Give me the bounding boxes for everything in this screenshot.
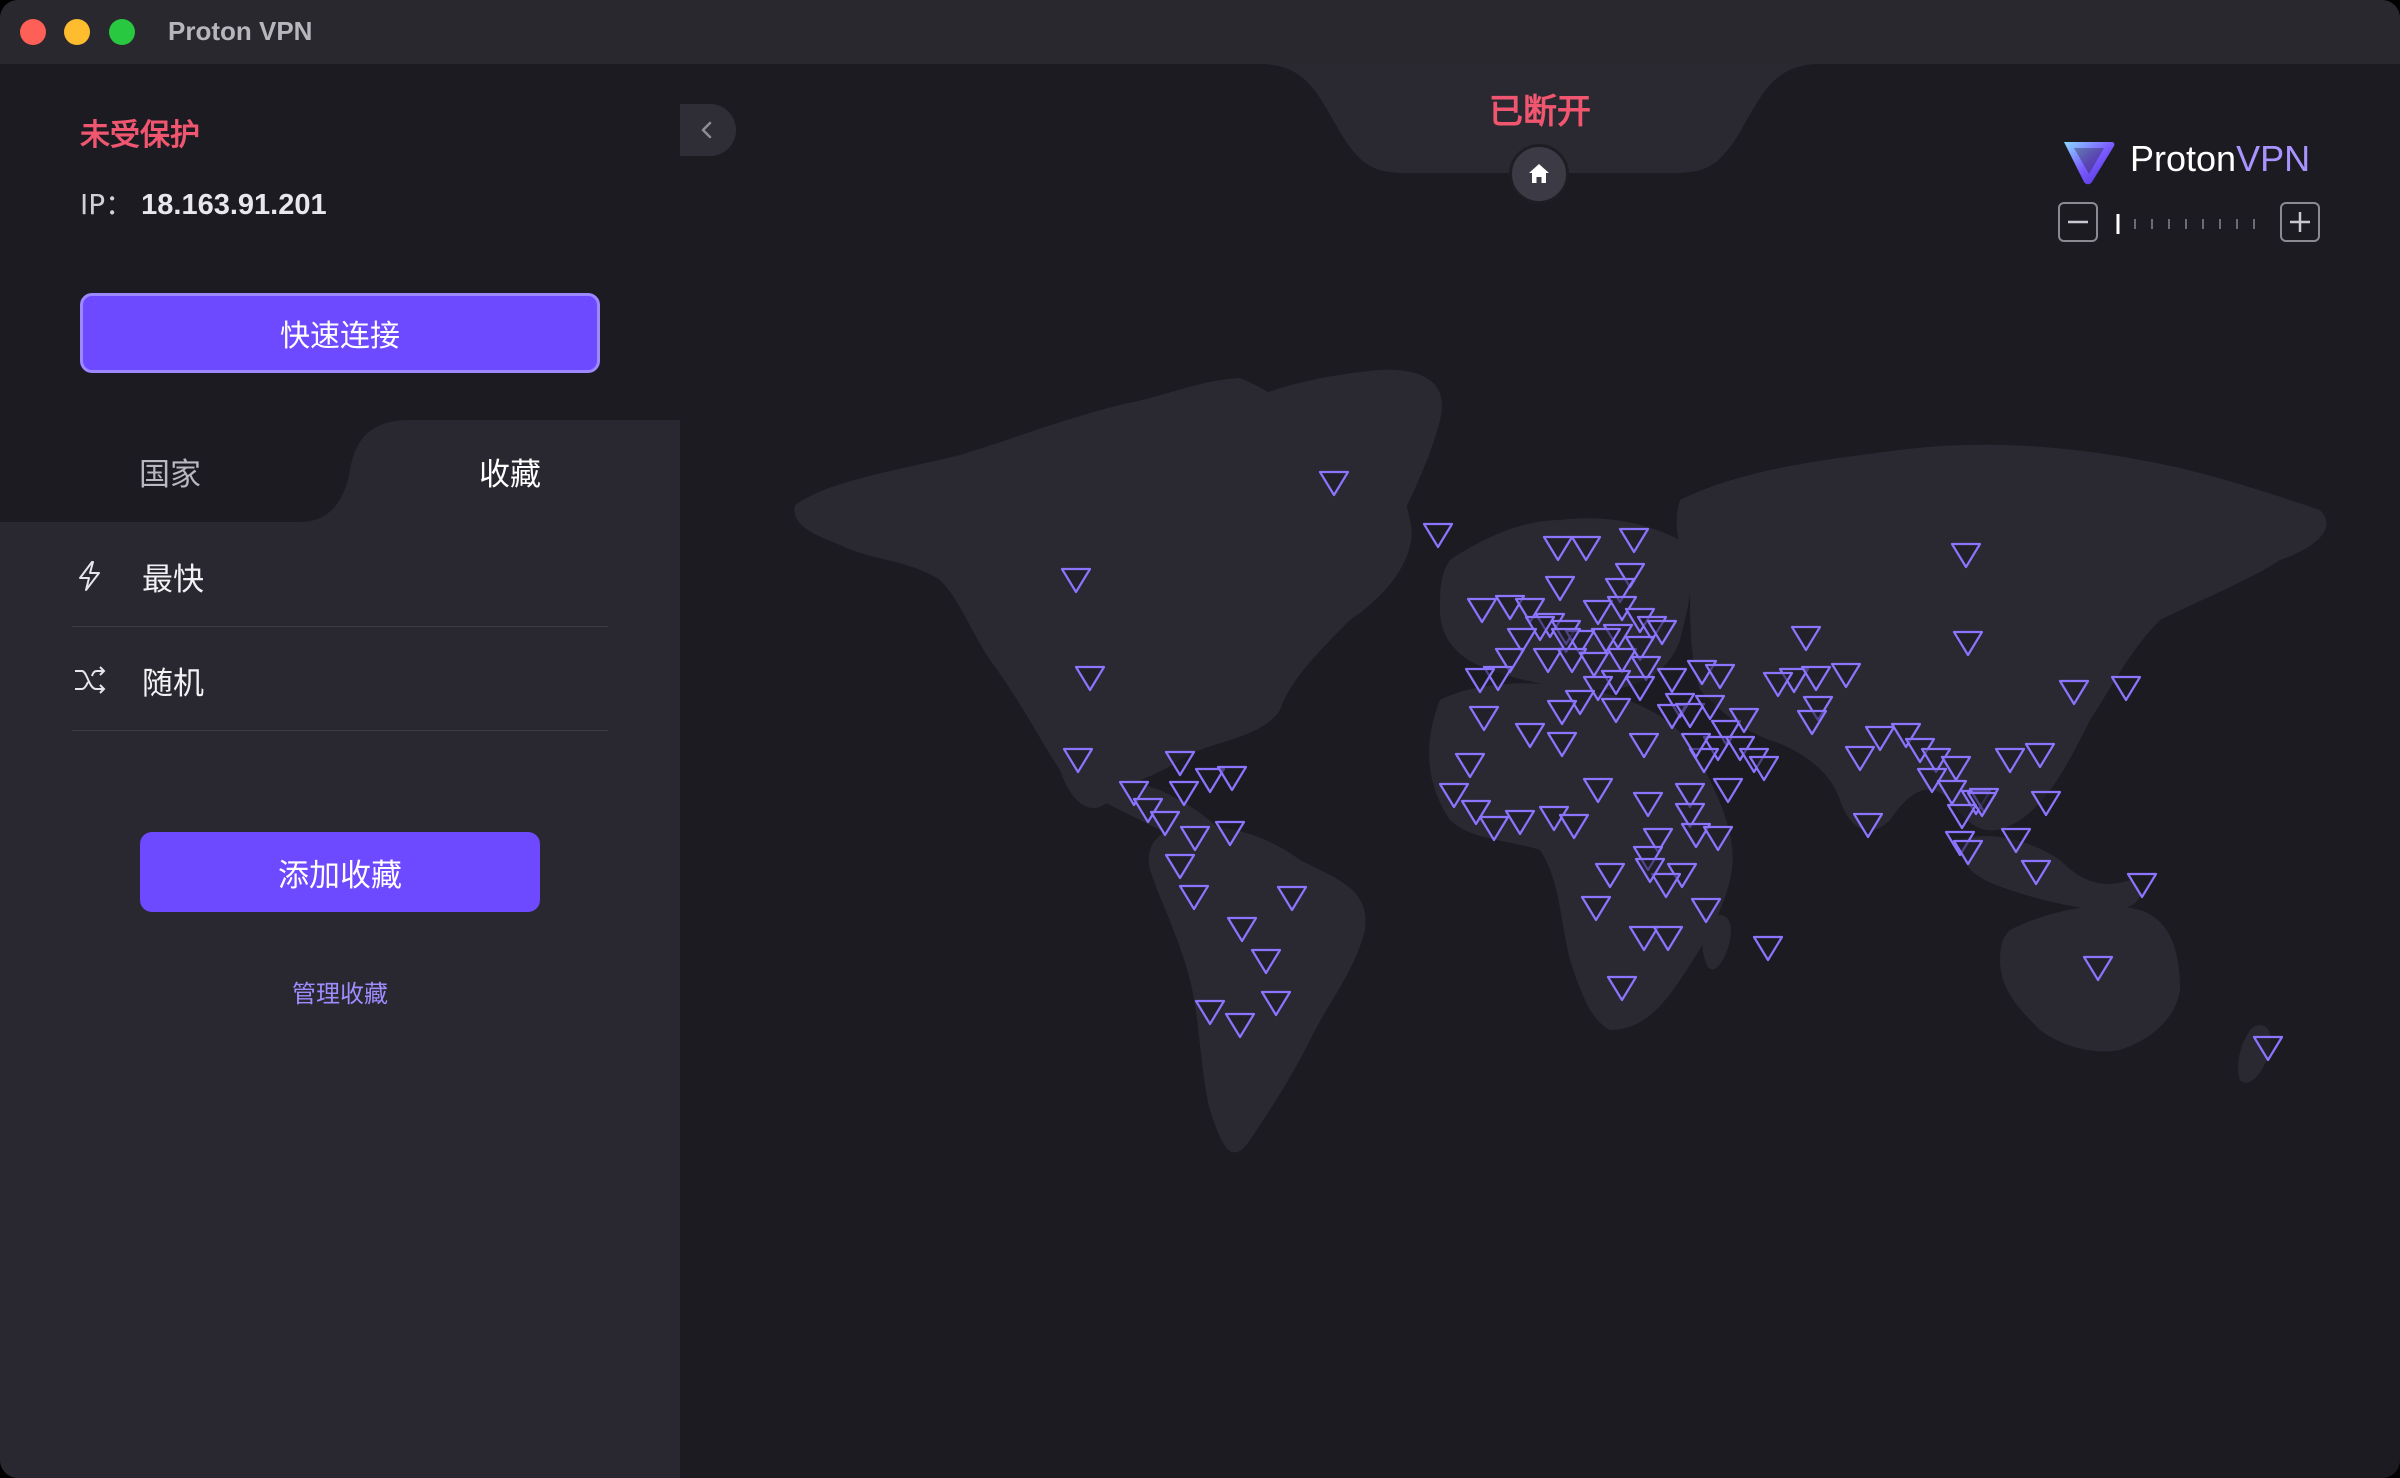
brand-vpn: VPN [2236,138,2311,179]
world-map[interactable] [680,64,2400,1478]
land-southeast-asia [1960,836,2141,910]
zoom-in-button[interactable] [2280,202,2320,242]
tab-countries[interactable]: 国家 [0,420,340,522]
list-item-label: 最快 [142,562,204,598]
list-item-random[interactable]: 随机 [72,626,608,731]
manage-favorites-link[interactable]: 管理收藏 [140,974,540,1009]
land-australia [2000,906,2180,1052]
server-marker[interactable] [2110,675,2142,702]
quick-connect-button[interactable]: 快速连接 [80,293,600,373]
tab-favorites[interactable]: 收藏 [340,420,680,522]
chevron-left-icon [701,121,712,139]
lightning-icon [79,561,100,591]
minimize-window-button[interactable] [64,19,90,45]
collapse-sidebar-button[interactable] [680,104,736,156]
list-item-fastest[interactable]: 最快 [72,522,608,627]
ip-label: IP： [80,188,134,221]
app-window: Proton VPN 已断开 ProtonVPN 未受保护 IP： 18.163… [0,0,2400,1478]
server-marker[interactable] [1194,767,1226,794]
ip-value: 18.163.91.201 [141,189,327,221]
protection-status: 未受保护 [80,118,200,153]
maximize-window-button[interactable] [109,19,135,45]
zoom-level-indicator[interactable] [2114,214,2264,234]
brand-wordmark: ProtonVPN [2130,138,2310,180]
proton-logo-icon [2064,142,2115,185]
close-window-button[interactable] [20,19,46,45]
home-icon [1529,164,1549,183]
server-marker[interactable] [1422,522,1454,549]
land-asia [1676,444,2327,831]
title-bar: Proton VPN [0,0,2400,64]
zoom-control [2056,202,2322,246]
home-location-button[interactable] [1509,144,1569,204]
shuffle-icon [75,666,106,694]
sidebar-tabs: 国家 收藏 [0,420,680,522]
ip-row: IP： 18.163.91.201 [80,183,327,223]
minus-icon [2068,220,2088,224]
brand-proton: Proton [2130,138,2237,179]
window-title: Proton VPN [168,16,313,46]
plus-icon [2290,212,2310,232]
connection-status: 已断开 [1489,92,1591,132]
add-favorite-button[interactable]: 添加收藏 [140,832,540,912]
list-item-label: 随机 [142,666,204,702]
world-map-area[interactable]: 已断开 ProtonVPN [680,64,2400,1478]
favorites-panel: 最快 随机 添加收藏 管理收藏 [0,522,680,1478]
server-marker[interactable] [1656,667,1688,694]
server-marker[interactable] [1624,675,1656,702]
zoom-out-button[interactable] [2058,202,2098,242]
continents [794,369,2327,1153]
server-marker[interactable] [1752,935,1784,962]
server-marker[interactable] [1216,765,1248,792]
